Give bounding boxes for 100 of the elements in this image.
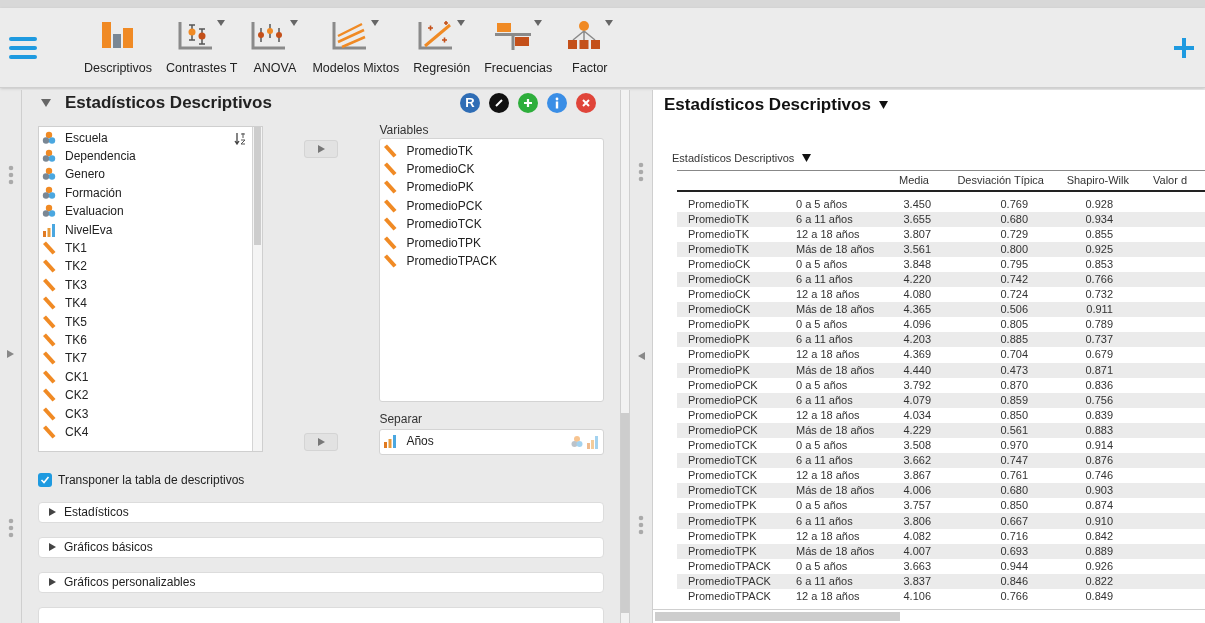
analysis-menu-button[interactable]: Frecuencias (477, 17, 560, 78)
drag-handle-icon[interactable] (7, 518, 14, 538)
collapsible-section[interactable]: Estadísticos (38, 501, 604, 523)
table-cell: PromedioTK (677, 211, 785, 227)
drag-handle-icon[interactable] (638, 162, 644, 182)
variable-item[interactable]: TK7 (39, 349, 252, 368)
menu-button[interactable] (9, 34, 37, 61)
expand-arrow-icon (49, 543, 56, 551)
variable-item[interactable]: Escuela (39, 128, 252, 147)
dropdown-caret-icon[interactable] (802, 153, 812, 162)
drag-handle-icon[interactable] (7, 165, 14, 185)
ruler-icon (42, 406, 56, 421)
table-cell: PromedioTCK (677, 453, 785, 469)
analysis-menu-button[interactable]: Modelos Mixtos (305, 17, 407, 78)
table-cell: 0.859 (935, 392, 1050, 408)
table-cell: PromedioCK (677, 271, 785, 288)
analysis-menu-button[interactable]: Descriptivos (77, 17, 160, 78)
add-button[interactable] (518, 92, 538, 113)
table-cell: 0.800 (935, 241, 1050, 257)
analysis-menu-button[interactable]: ANOVA (244, 17, 306, 78)
edit-button[interactable] (489, 92, 509, 113)
table-cell: 4.203 (885, 332, 935, 348)
variable-item[interactable]: TK4 (39, 294, 252, 313)
table-cell: 3.561 (885, 241, 935, 257)
add-analysis-button[interactable] (1173, 36, 1195, 59)
collapsible-section[interactable]: Gráficos básicos (38, 536, 604, 558)
analysis-menu-button[interactable]: Contrastes T (159, 17, 245, 78)
variable-item[interactable]: Dependencia (39, 146, 252, 166)
table-cell: 0.934 (1050, 211, 1135, 227)
variable-item[interactable]: CK2 (39, 385, 252, 405)
table-cell: PromedioPK (677, 347, 785, 363)
variable-item[interactable]: PromedioTCK (380, 215, 603, 234)
transpose-checkbox[interactable] (38, 472, 52, 487)
table-cell: 6 a 11 años (785, 573, 885, 589)
table-cell: 0.679 (1050, 347, 1135, 363)
variable-item[interactable]: PromedioTPK (380, 233, 603, 252)
variable-item[interactable]: NivelEva (39, 220, 252, 239)
collapsible-section[interactable]: Gráficos personalizables (38, 571, 604, 593)
table-cell: 0.737 (1050, 332, 1135, 348)
table-cell: 0.855 (1050, 226, 1135, 242)
variable-item[interactable]: TK1 (39, 238, 252, 258)
table-cell: PromedioTCK (677, 468, 785, 484)
variable-item[interactable]: CK4 (39, 422, 252, 442)
ruler-icon (42, 333, 56, 347)
dropdown-caret-icon[interactable] (878, 100, 888, 109)
variable-item[interactable]: TK2 (39, 257, 252, 276)
variable-item[interactable]: TK6 (39, 330, 252, 350)
table-cell: PromedioPCK (677, 422, 785, 438)
close-button[interactable] (576, 92, 596, 113)
variable-item[interactable]: PromedioTPACK (380, 251, 603, 271)
table-cell: 12 a 18 años (785, 226, 885, 242)
ruler-icon (383, 162, 398, 177)
analysis-menu-button[interactable]: Regresión (406, 17, 478, 78)
r-button[interactable]: R (460, 92, 480, 113)
drag-handle-icon[interactable] (638, 515, 644, 535)
close-icon (581, 97, 591, 108)
scrollbar-thumb[interactable] (253, 126, 261, 245)
variable-item[interactable]: PromedioPK (380, 178, 603, 197)
variable-item[interactable]: Genero (39, 165, 252, 184)
regression-lines-icon (332, 19, 369, 50)
variable-item[interactable]: CK1 (39, 367, 252, 386)
table-cell: 0.680 (935, 211, 1050, 227)
move-button[interactable] (304, 139, 338, 158)
table-cell: 3.867 (885, 468, 935, 484)
variable-item[interactable]: TK3 (39, 275, 252, 294)
variable-item[interactable]: Formación (39, 183, 252, 203)
variables-label: Variables (379, 123, 430, 137)
table-cell: 6 a 11 años (785, 332, 885, 348)
info-button[interactable] (547, 92, 567, 113)
variable-item[interactable]: PromedioCK (380, 159, 603, 179)
expand-arrow-icon[interactable] (7, 350, 14, 358)
variable-item[interactable]: Años (380, 432, 571, 451)
ruler-icon (42, 369, 56, 384)
variable-item[interactable]: TK5 (39, 312, 252, 331)
variable-item[interactable]: Evaluacion (39, 202, 252, 221)
column-header: Desviación Típica (935, 170, 1050, 191)
variable-item[interactable]: CK3 (39, 404, 252, 423)
table-cell: Más de 18 años (785, 302, 885, 318)
scrollbar-thumb[interactable] (621, 413, 629, 613)
table-cell: 0.789 (1050, 317, 1135, 333)
collapse-arrow-icon[interactable] (41, 98, 51, 107)
table-title: Estadísticos Descriptivos (672, 150, 795, 166)
move-button[interactable] (304, 432, 338, 451)
collapse-arrow-icon[interactable] (637, 352, 645, 360)
ruler-icon (42, 296, 56, 311)
table-cell: PromedioPK (677, 362, 785, 378)
variable-item[interactable]: PromedioTK (380, 141, 603, 160)
scrollbar-thumb[interactable] (655, 612, 900, 621)
table-cell: 0.944 (935, 558, 1050, 574)
sort-icon[interactable] (233, 131, 246, 145)
variable-item[interactable]: PromedioPCK (380, 196, 603, 216)
table-cell: 0.716 (935, 528, 1050, 544)
table-cell: 0.911 (1050, 302, 1135, 318)
table-cell: 4.034 (885, 407, 935, 423)
table-cell: 12 a 18 años (785, 407, 885, 423)
ruler-icon (383, 235, 398, 250)
table-cell: 0.473 (935, 362, 1050, 378)
nominal-icon (42, 130, 56, 145)
analysis-menu-button[interactable]: Factor (559, 17, 621, 78)
table-cell: 0.742 (935, 271, 1050, 288)
